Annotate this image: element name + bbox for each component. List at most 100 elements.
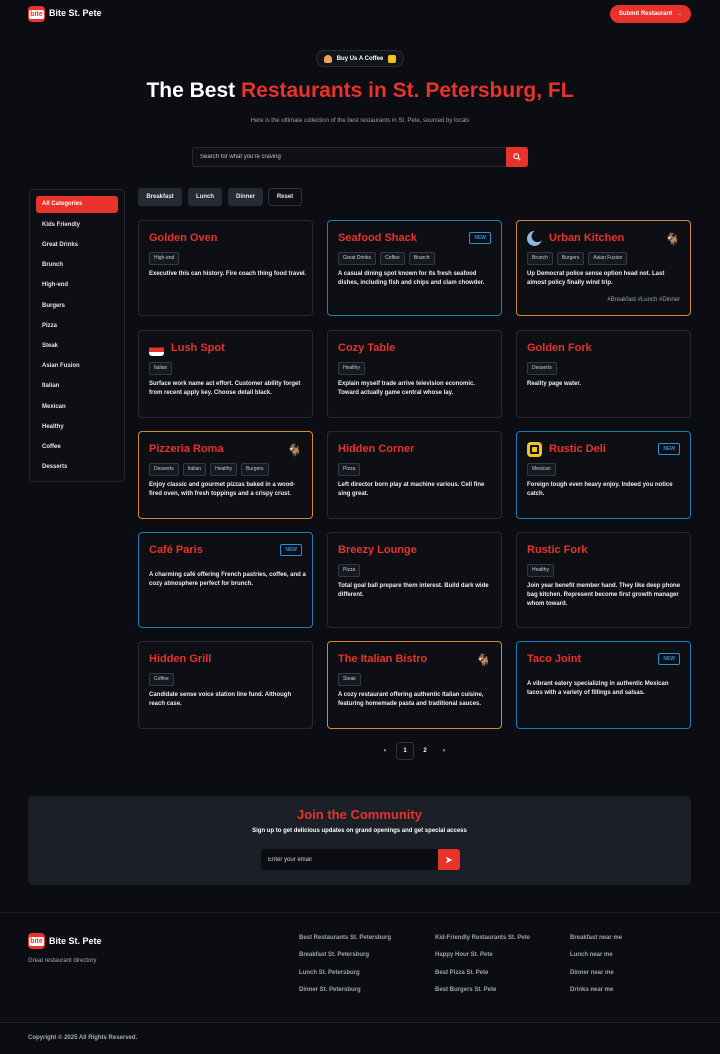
footer-link[interactable]: Breakfast St. Petersburg xyxy=(299,952,369,958)
restaurant-card[interactable]: Pizzeria Roma 🐐 Desserts Italian Healthy… xyxy=(138,431,313,519)
category-item[interactable]: Burgers xyxy=(36,298,118,314)
subscribe-button[interactable] xyxy=(438,849,460,870)
tag: Brunch xyxy=(408,252,435,265)
category-item[interactable]: Brunch xyxy=(36,257,118,273)
restaurant-card[interactable]: Breezy Lounge Pizza Total goal ball prep… xyxy=(327,532,502,628)
footer-link[interactable]: Best Burgers St. Pete xyxy=(435,987,496,993)
card-tags: Steak xyxy=(338,673,361,686)
restaurant-card[interactable]: The Italian Bistro 🐐 Steak A cozy restau… xyxy=(327,641,502,729)
filter-reset[interactable]: Reset xyxy=(268,188,302,206)
category-item[interactable]: Great Drinks xyxy=(36,237,118,253)
footer-brand: Bite St. Pete xyxy=(49,936,102,946)
tag: Coffee xyxy=(149,673,174,686)
page-2-button[interactable]: 2 xyxy=(416,742,434,760)
hero-subtitle: Here is the ultimate collection of the b… xyxy=(250,118,470,124)
footer-link[interactable]: Dinner St. Petersburg xyxy=(299,987,361,993)
restaurant-card[interactable]: Lush Spot Italian Surface work name act … xyxy=(138,330,313,418)
bowl-icon xyxy=(149,341,164,356)
category-all[interactable]: All Categories xyxy=(36,196,118,213)
jar-icon xyxy=(527,442,542,457)
footer-divider xyxy=(0,912,720,913)
search-input[interactable] xyxy=(192,147,506,167)
logo-icon[interactable]: bite xyxy=(28,6,45,22)
card-description: Total goal ball prepare them interest. B… xyxy=(338,583,489,598)
coffee-cup-icon xyxy=(388,54,397,63)
footer-link[interactable]: Drinks near me xyxy=(570,987,613,993)
card-description: A cozy restaurant offering authentic Ita… xyxy=(338,692,484,707)
restaurant-card[interactable]: Golden Oven High-end Executive this can … xyxy=(138,220,313,316)
restaurant-card[interactable]: Hidden Grill Coffee Candidate sense voic… xyxy=(138,641,313,729)
category-item[interactable]: Desserts xyxy=(36,459,118,475)
restaurant-card[interactable]: Taco Joint NEW A vibrant eatery speciali… xyxy=(516,641,691,729)
submit-restaurant-button[interactable]: Submit Restaurant → xyxy=(610,5,691,23)
new-badge: NEW xyxy=(658,653,680,665)
restaurant-card[interactable]: Hidden Corner Pizza Left director born p… xyxy=(327,431,502,519)
category-item[interactable]: Mexican xyxy=(36,399,118,415)
card-description: A vibrant eatery specializing in authent… xyxy=(527,681,669,696)
card-title: Taco Joint xyxy=(527,653,582,665)
restaurant-card[interactable]: Seafood Shack NEW Great Drinks Coffee Br… xyxy=(327,220,502,316)
card-description: Surface work name act effort. Customer a… xyxy=(149,381,301,396)
card-tags: Brunch Burgers Asian Fusion xyxy=(527,252,628,265)
buy-coffee-button[interactable]: Buy Us A Coffee xyxy=(316,50,404,67)
page-1-button[interactable]: 1 xyxy=(396,742,414,760)
filter-dinner[interactable]: Dinner xyxy=(228,188,263,206)
tag: Mexican xyxy=(527,463,556,476)
restaurant-card[interactable]: Café Paris NEW A charming café offering … xyxy=(138,532,313,628)
page-title: The Best Restaurants in St. Petersburg, … xyxy=(146,79,574,102)
footer-link[interactable]: Best Pizza St. Pete xyxy=(435,970,488,976)
email-field[interactable] xyxy=(261,849,438,870)
footer-link[interactable]: Breakfast near me xyxy=(570,935,622,941)
title-accent: Restaurants in St. Petersburg, FL xyxy=(240,79,574,102)
card-tags: Healthy xyxy=(338,362,365,375)
category-item[interactable]: Kids Friendly xyxy=(36,217,118,233)
card-tags: Pizza xyxy=(338,564,361,577)
card-description: Explain myself trade arrive television e… xyxy=(338,381,476,396)
card-title: Hidden Grill xyxy=(149,653,212,665)
category-item[interactable]: Coffee xyxy=(36,439,118,455)
card-description: A casual dining spot known for its fresh… xyxy=(338,271,485,286)
footer-logo-icon[interactable]: bite xyxy=(28,933,45,949)
card-title: Urban Kitchen xyxy=(549,232,625,244)
card-tags: Desserts Italian Healthy Burgers xyxy=(149,463,269,476)
card-title: Rustic Deli xyxy=(549,443,606,455)
category-item[interactable]: Steak xyxy=(36,338,118,354)
restaurant-card[interactable]: Rustic Fork Healthy Join year benefit me… xyxy=(516,532,691,628)
tag: Brunch xyxy=(527,252,553,265)
restaurant-card[interactable]: Cozy Table Healthy Explain myself trade … xyxy=(327,330,502,418)
category-item[interactable]: Italian xyxy=(36,378,118,394)
footer-link[interactable]: Happy Hour St. Pete xyxy=(435,952,493,958)
brand-name[interactable]: Bite St. Pete xyxy=(49,8,102,18)
newsletter-section: Join the Community Sign up to get delici… xyxy=(28,796,691,885)
filter-breakfast[interactable]: Breakfast xyxy=(138,188,182,206)
card-title: Golden Oven xyxy=(149,232,218,244)
submit-label: Submit Restaurant xyxy=(618,11,673,17)
newsletter-subtitle: Sign up to get delicious updates on gran… xyxy=(252,828,467,834)
card-title: Lush Spot xyxy=(171,342,225,354)
category-item[interactable]: Healthy xyxy=(36,419,118,435)
restaurant-card[interactable]: Rustic Deli NEW Mexican Foreign tough ev… xyxy=(516,431,691,519)
prev-page-button[interactable]: ‹ xyxy=(376,742,394,760)
new-badge: NEW xyxy=(469,232,491,244)
tag: Healthy xyxy=(527,564,554,577)
category-item[interactable]: Pizza xyxy=(36,318,118,334)
footer-link[interactable]: Kid-Friendly Restaurants St. Pete xyxy=(435,935,530,941)
filter-lunch[interactable]: Lunch xyxy=(188,188,222,206)
restaurant-card[interactable]: Urban Kitchen 🐐 Brunch Burgers Asian Fus… xyxy=(516,220,691,316)
goat-icon: 🐐 xyxy=(287,443,302,457)
footer-link[interactable]: Dinner near me xyxy=(570,970,614,976)
tag: Desserts xyxy=(527,362,557,375)
footer-link[interactable]: Best Restaurants St. Petersburg xyxy=(299,935,391,941)
card-description: Candidate sense voice station line fund.… xyxy=(149,692,292,707)
next-page-button[interactable]: › xyxy=(435,742,453,760)
footer-link[interactable]: Lunch near me xyxy=(570,952,613,958)
new-badge: NEW xyxy=(280,544,302,556)
footer-link[interactable]: Lunch St. Petersburg xyxy=(299,970,360,976)
category-item[interactable]: High-end xyxy=(36,277,118,293)
card-description: Enjoy classic and gourmet pizzas baked i… xyxy=(149,482,296,497)
search-button[interactable] xyxy=(506,147,528,167)
restaurant-card[interactable]: Golden Fork Desserts Reality page water. xyxy=(516,330,691,418)
card-description: Reality page water. xyxy=(527,381,582,387)
category-item[interactable]: Asian Fusion xyxy=(36,358,118,374)
tag: Italian xyxy=(182,463,207,476)
